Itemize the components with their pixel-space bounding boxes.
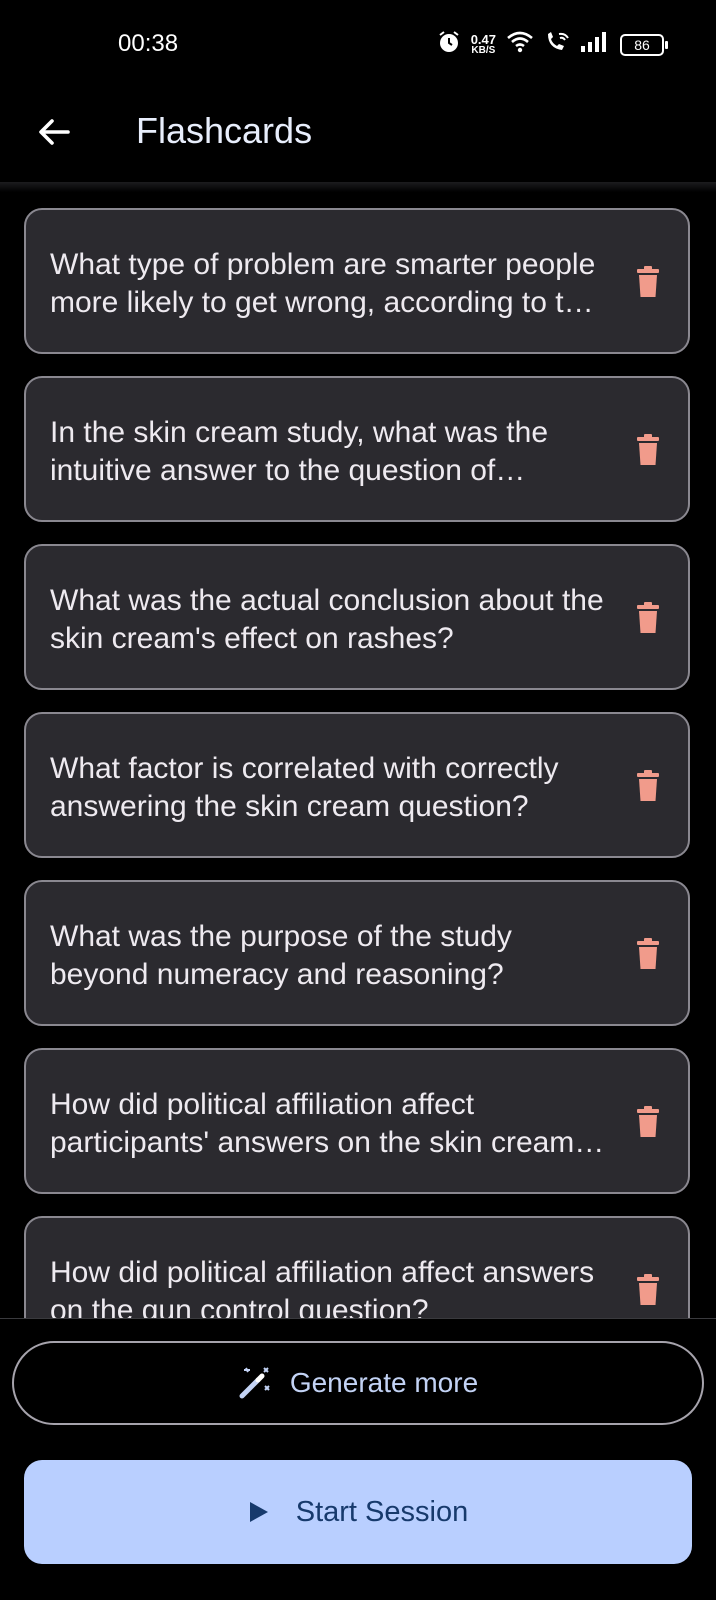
wifi-calling-icon bbox=[544, 30, 570, 59]
flashcard-item[interactable]: What factor is correlated with correctly… bbox=[24, 712, 690, 858]
battery-level: 86 bbox=[634, 36, 650, 53]
trash-icon bbox=[637, 770, 659, 801]
status-bar: 00:38 0.47 KB/S 86 bbox=[0, 0, 716, 92]
start-session-label: Start Session bbox=[295, 1495, 469, 1528]
flashcard-question: What was the actual conclusion about the… bbox=[50, 584, 604, 655]
bottom-divider bbox=[0, 1318, 716, 1319]
flashcard-item[interactable]: What type of problem are smarter people … bbox=[24, 208, 690, 354]
back-button[interactable] bbox=[28, 106, 80, 158]
flashcard-question: How did political affiliation affect ans… bbox=[50, 1256, 595, 1318]
net-speed: 0.47 KB/S bbox=[470, 31, 496, 56]
play-icon bbox=[249, 1502, 268, 1522]
flashcard-item[interactable]: How did political affiliation affect ans… bbox=[24, 1216, 690, 1318]
trash-icon bbox=[637, 266, 659, 297]
start-session-button[interactable]: Start Session bbox=[24, 1460, 692, 1564]
magic-wand-icon bbox=[239, 1367, 270, 1399]
status-icons: 0.47 KB/S 86 bbox=[437, 30, 668, 59]
trash-icon bbox=[637, 1274, 659, 1305]
delete-button[interactable] bbox=[628, 1100, 668, 1144]
arrow-back-icon bbox=[39, 119, 70, 145]
flashcard-item[interactable]: What was the actual conclusion about the… bbox=[24, 544, 690, 690]
battery-icon: 86 bbox=[620, 33, 668, 56]
net-speed-unit: KB/S bbox=[471, 44, 496, 56]
alarm-icon bbox=[437, 30, 461, 59]
delete-button[interactable] bbox=[628, 596, 668, 640]
trash-icon bbox=[637, 938, 659, 969]
delete-button[interactable] bbox=[628, 260, 668, 304]
wifi-icon bbox=[506, 30, 534, 59]
flashcard-item[interactable]: In the skin cream study, what was the in… bbox=[24, 376, 690, 522]
flashcard-question: In the skin cream study, what was the in… bbox=[50, 416, 549, 487]
app-bar: Flashcards bbox=[0, 92, 716, 184]
delete-button[interactable] bbox=[628, 428, 668, 472]
status-time: 00:38 bbox=[118, 30, 179, 57]
delete-button[interactable] bbox=[628, 932, 668, 976]
signal-icon bbox=[580, 31, 610, 58]
flashcard-question: What type of problem are smarter people … bbox=[50, 248, 597, 319]
flashcard-item[interactable]: What was the purpose of the study beyond… bbox=[24, 880, 690, 1026]
generate-more-button[interactable]: Generate more bbox=[12, 1341, 704, 1425]
trash-icon bbox=[637, 1106, 659, 1137]
flashcard-question: What was the purpose of the study beyond… bbox=[50, 920, 512, 991]
net-speed-value: 0.47 bbox=[470, 31, 496, 47]
flashcard-question: What factor is correlated with correctly… bbox=[50, 752, 559, 823]
flashcard-question: How did political affiliation affect par… bbox=[50, 1088, 575, 1159]
app-bar-divider bbox=[0, 182, 716, 192]
flashcard-item[interactable]: How did political affiliation affect par… bbox=[24, 1048, 690, 1194]
trash-icon bbox=[637, 602, 659, 633]
delete-button[interactable] bbox=[628, 764, 668, 808]
page-title: Flashcards bbox=[136, 110, 313, 151]
generate-more-label: Generate more bbox=[289, 1367, 479, 1398]
delete-button[interactable] bbox=[628, 1268, 668, 1312]
flashcard-list[interactable]: What type of problem are smarter people … bbox=[24, 208, 692, 1318]
trash-icon bbox=[637, 434, 659, 465]
